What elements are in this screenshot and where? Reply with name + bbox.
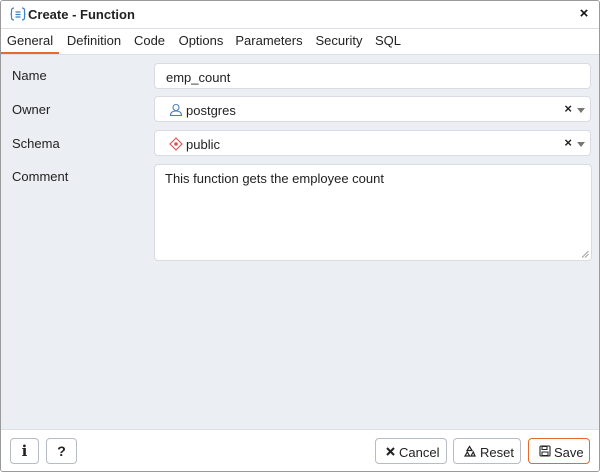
name-input[interactable]: emp_count — [154, 63, 591, 89]
owner-clear-button[interactable]: × — [564, 101, 572, 116]
floppy-disk-icon — [539, 445, 551, 457]
help-button[interactable]: ? — [46, 438, 77, 464]
dialog-footer: i ? Cancel Reset Save — [1, 429, 599, 471]
owner-select[interactable]: postgres × — [154, 96, 591, 122]
info-icon: i — [21, 442, 28, 460]
help-icon: ? — [57, 443, 66, 459]
tab-general[interactable]: General — [1, 29, 59, 54]
owner-label: Owner — [12, 102, 51, 117]
comment-label: Comment — [12, 169, 69, 184]
schema-chevron-down-icon[interactable] — [577, 142, 585, 147]
close-icon — [386, 447, 395, 456]
tab-sql[interactable]: SQL — [372, 29, 404, 52]
title-bar: Create - Function × — [1, 1, 599, 29]
function-icon — [10, 7, 26, 21]
tab-code[interactable]: Code — [131, 29, 168, 52]
cancel-button[interactable]: Cancel — [375, 438, 447, 464]
owner-chevron-down-icon[interactable] — [577, 108, 585, 113]
comment-value: This function gets the employee count — [165, 171, 384, 186]
schema-value: public — [186, 137, 220, 152]
name-label: Name — [12, 68, 47, 83]
save-button[interactable]: Save — [528, 438, 590, 464]
recycle-icon — [463, 445, 476, 457]
dialog-title: Create - Function — [28, 7, 135, 22]
reset-button[interactable]: Reset — [453, 438, 521, 464]
cancel-label: Cancel — [399, 445, 440, 460]
tab-options[interactable]: Options — [174, 29, 228, 52]
owner-value: postgres — [186, 103, 236, 118]
name-value: emp_count — [166, 70, 231, 85]
info-button[interactable]: i — [10, 438, 39, 464]
close-button[interactable]: × — [576, 5, 592, 23]
user-role-icon — [169, 103, 183, 117]
tab-parameters[interactable]: Parameters — [233, 29, 305, 52]
tab-security[interactable]: Security — [311, 29, 367, 52]
reset-label: Reset — [480, 445, 514, 460]
resize-handle-icon[interactable] — [581, 250, 589, 258]
tab-definition[interactable]: Definition — [63, 29, 125, 52]
schema-select[interactable]: public × — [154, 130, 591, 156]
create-function-dialog: Create - Function × General Definition C… — [0, 0, 600, 472]
comment-textarea[interactable]: This function gets the employee count — [154, 164, 592, 261]
schema-icon — [169, 137, 183, 151]
schema-label: Schema — [12, 136, 60, 151]
schema-clear-button[interactable]: × — [564, 135, 572, 150]
save-label: Save — [554, 445, 584, 460]
tab-bar: General Definition Code Options Paramete… — [1, 29, 599, 55]
